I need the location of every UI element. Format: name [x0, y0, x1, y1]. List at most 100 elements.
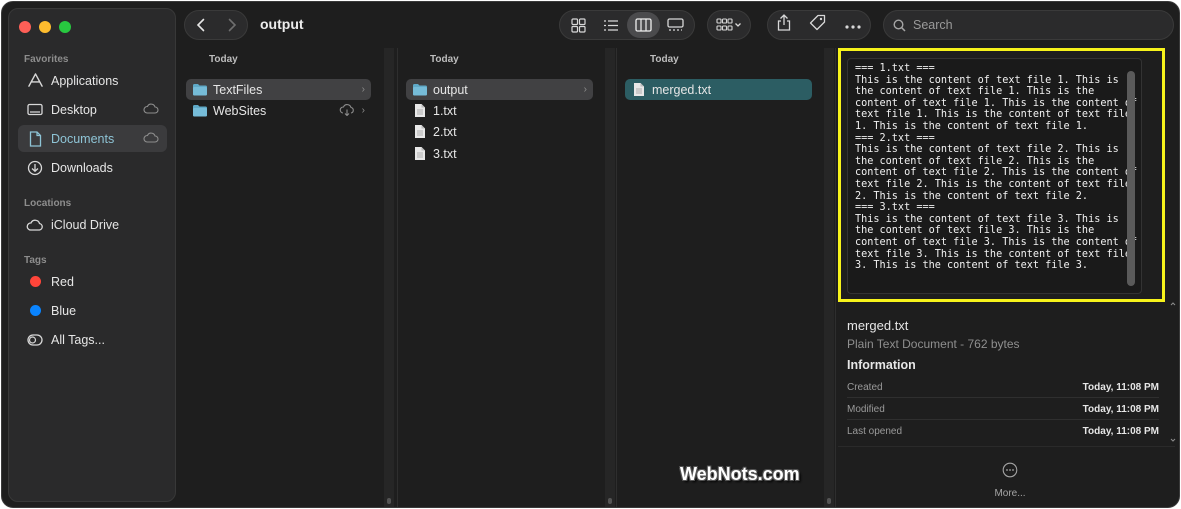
sidebar-item-applications[interactable]: Applications — [18, 67, 167, 94]
item-name: 3.txt — [433, 146, 457, 161]
column-header: Today — [209, 54, 238, 65]
item-name: merged.txt — [652, 82, 712, 97]
column-3: Today merged.txt — [617, 48, 836, 507]
chevron-left-icon — [196, 18, 204, 32]
all-tags-icon — [26, 331, 44, 349]
item-name: 1.txt — [433, 103, 457, 118]
list-item-2-txt[interactable]: 2.txt — [406, 121, 593, 142]
column-header: Today — [430, 54, 459, 65]
preview-text: === 1.txt === This is the content of tex… — [855, 63, 1137, 272]
info-file-kind: Plain Text Document - 762 bytes — [847, 337, 1020, 351]
info-row-last-opened: Last opened Today, 11:08 PM — [847, 420, 1159, 442]
preview-scrollbar[interactable] — [1127, 71, 1135, 286]
action-buttons — [767, 10, 871, 40]
icloud-status-icon — [143, 132, 159, 146]
info-label: Modified — [847, 404, 885, 415]
search-field[interactable] — [883, 10, 1174, 40]
list-item-textfiles[interactable]: TextFiles › — [186, 79, 371, 100]
toolbar: output — [178, 2, 1179, 48]
applications-icon — [26, 72, 44, 90]
sidebar-item-all-tags[interactable]: All Tags... — [18, 326, 167, 353]
list-view-button[interactable] — [595, 12, 628, 38]
list-item-merged-txt[interactable]: merged.txt — [625, 79, 812, 100]
list-item-output[interactable]: output › — [406, 79, 593, 100]
file-preview[interactable]: === 1.txt === This is the content of tex… — [847, 58, 1142, 294]
sidebar-item-label: Blue — [51, 303, 77, 318]
window-title: output — [260, 16, 304, 32]
more-icon — [1002, 462, 1018, 478]
sidebar: Favorites Applications Desktop Documents — [8, 8, 176, 502]
finder-window: Favorites Applications Desktop Documents — [1, 1, 1180, 508]
info-value: Today, 11:08 PM — [1082, 426, 1159, 437]
watermark: WebNots.com — [680, 464, 800, 484]
ellipsis-icon — [845, 25, 861, 29]
sidebar-item-label: Downloads — [51, 160, 113, 175]
sidebar-item-label: Documents — [51, 131, 115, 146]
search-input[interactable] — [913, 18, 1153, 32]
tags-heading: Tags — [24, 255, 47, 266]
sidebar-item-label: Desktop — [51, 102, 97, 117]
icon-view-button[interactable] — [562, 12, 595, 38]
column-3-scrollbar[interactable] — [824, 48, 834, 507]
close-button[interactable] — [19, 21, 31, 33]
columns-icon — [635, 18, 652, 32]
info-value: Today, 11:08 PM — [1082, 404, 1159, 415]
column-2: Today output › 1.txt 2.txt 3.txt — [398, 48, 617, 507]
list-item-1-txt[interactable]: 1.txt — [406, 100, 593, 121]
back-button[interactable] — [185, 11, 216, 39]
sidebar-item-label: iCloud Drive — [51, 217, 120, 232]
folder-icon — [192, 103, 208, 119]
info-label: Created — [847, 382, 883, 393]
icloud-status-icon — [143, 103, 159, 117]
column-1-scrollbar[interactable] — [384, 48, 394, 507]
sidebar-item-documents[interactable]: Documents — [18, 125, 167, 152]
preview-highlight: === 1.txt === This is the content of tex… — [838, 48, 1165, 302]
group-icon — [716, 18, 741, 31]
tag-button[interactable] — [809, 14, 826, 36]
search-icon — [893, 18, 906, 32]
chevron-right-icon: › — [583, 84, 587, 95]
text-file-icon — [631, 82, 647, 98]
column-view-button[interactable] — [627, 12, 660, 38]
column-1: Today TextFiles › WebSites › — [178, 48, 398, 507]
information-heading: Information — [847, 358, 916, 372]
sidebar-item-tag-blue[interactable]: Blue — [18, 297, 167, 324]
text-file-icon — [412, 103, 428, 119]
tag-icon — [810, 14, 826, 31]
forward-button[interactable] — [216, 11, 247, 39]
sidebar-item-icloud-drive[interactable]: iCloud Drive — [18, 211, 167, 238]
info-row-created: Created Today, 11:08 PM — [847, 376, 1159, 398]
list-item-3-txt[interactable]: 3.txt — [406, 143, 593, 164]
item-name: WebSites — [213, 103, 267, 118]
view-mode-group — [559, 10, 695, 40]
share-button[interactable] — [777, 14, 791, 36]
grid-icon — [571, 17, 586, 33]
info-value: Today, 11:08 PM — [1082, 382, 1159, 393]
cloud-download-icon[interactable] — [339, 104, 355, 119]
folder-icon — [192, 82, 208, 98]
info-scrollbar[interactable] — [1170, 302, 1176, 442]
minimize-button[interactable] — [39, 21, 51, 33]
column-2-scrollbar[interactable] — [605, 48, 615, 507]
favorites-heading: Favorites — [24, 54, 69, 65]
gallery-view-button[interactable] — [660, 12, 693, 38]
sidebar-item-label: Applications — [51, 73, 119, 88]
sidebar-item-downloads[interactable]: Downloads — [18, 154, 167, 181]
group-by-button[interactable] — [707, 10, 751, 40]
icloud-icon — [26, 216, 44, 234]
sidebar-item-tag-red[interactable]: Red — [18, 268, 167, 295]
sidebar-item-desktop[interactable]: Desktop — [18, 96, 167, 123]
chevron-right-icon — [228, 18, 236, 32]
zoom-button[interactable] — [59, 21, 71, 33]
chevron-right-icon: › — [361, 105, 365, 116]
list-item-websites[interactable]: WebSites › — [186, 100, 371, 121]
blue-tag-icon — [29, 305, 41, 316]
column-header: Today — [650, 54, 679, 65]
more-button[interactable]: More... — [980, 462, 1040, 501]
window-controls — [19, 21, 71, 33]
more-actions-button[interactable] — [845, 16, 861, 34]
text-file-icon — [412, 146, 428, 162]
sidebar-item-label: All Tags... — [51, 332, 105, 347]
share-icon — [778, 14, 791, 31]
item-name: 2.txt — [433, 124, 457, 139]
